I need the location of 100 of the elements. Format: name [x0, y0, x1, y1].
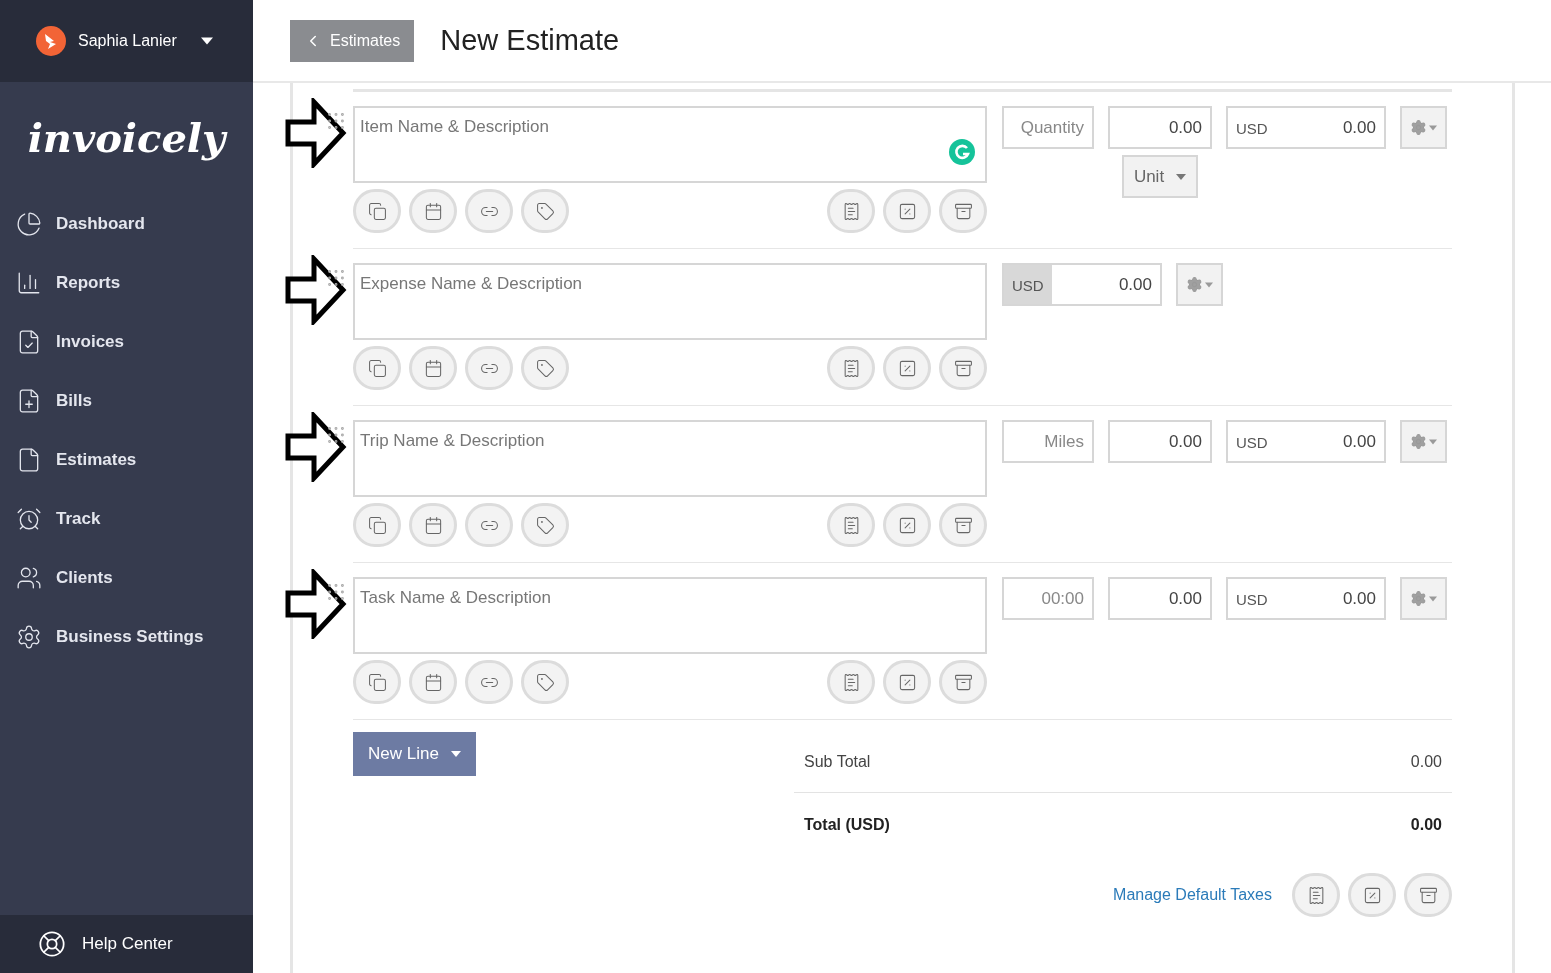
caret-icon	[200, 37, 213, 45]
arrow-icon	[285, 569, 347, 639]
link-button[interactable]	[465, 346, 513, 390]
unit-dropdown[interactable]: Unit	[1122, 155, 1198, 198]
amount-field[interactable]: USD 0.00	[1226, 420, 1386, 463]
tag-button[interactable]	[521, 189, 569, 233]
receipt-button[interactable]	[1292, 873, 1340, 917]
tag-button[interactable]	[521, 346, 569, 390]
sidebar-item[interactable]: Estimates	[0, 430, 253, 489]
discount-button[interactable]	[883, 660, 931, 704]
copy-button[interactable]	[353, 346, 401, 390]
total-value: 0.00	[1410, 815, 1442, 835]
manage-default-taxes-link[interactable]: Manage Default Taxes	[1113, 883, 1272, 907]
total-label: Total (USD)	[804, 815, 890, 835]
drag-handle-icon[interactable]	[325, 110, 347, 132]
copy-button[interactable]	[353, 660, 401, 704]
sidebar-item[interactable]: Track	[0, 489, 253, 548]
sidebar-item[interactable]: Bills	[0, 371, 253, 430]
receipt-button[interactable]	[827, 189, 875, 233]
tag-button[interactable]	[521, 503, 569, 547]
copy-button[interactable]	[353, 503, 401, 547]
archive-button[interactable]	[939, 660, 987, 704]
percent-icon	[897, 201, 917, 221]
amount-value: 0.00	[1342, 116, 1376, 139]
discount-button[interactable]	[883, 346, 931, 390]
caret-icon	[1429, 124, 1437, 131]
archive-icon	[953, 515, 973, 535]
sidebar-item[interactable]: Clients	[0, 548, 253, 607]
link-button[interactable]	[465, 189, 513, 233]
drag-handle-icon[interactable]	[325, 424, 347, 446]
sidebar-item[interactable]: Invoices	[0, 312, 253, 371]
archive-button[interactable]	[939, 189, 987, 233]
currency-label: USD	[1004, 265, 1052, 304]
settings-dropdown-button[interactable]	[1400, 106, 1447, 149]
rate-field[interactable]: 0.00	[1108, 420, 1212, 463]
discount-button[interactable]	[883, 503, 931, 547]
description-field[interactable]: Trip Name & Description	[353, 420, 987, 497]
logo: invoicely	[26, 113, 229, 163]
tag-button[interactable]	[521, 660, 569, 704]
receipt-button[interactable]	[827, 503, 875, 547]
rate-field[interactable]: 0.00	[1108, 106, 1212, 149]
archive-button[interactable]	[939, 503, 987, 547]
calendar-icon	[423, 358, 443, 378]
archive-icon	[953, 672, 973, 692]
amount-field[interactable]: USD 0.00	[1226, 106, 1386, 149]
help-center-link[interactable]: Help Center	[0, 915, 253, 973]
user-name[interactable]: Saphia Lanier	[78, 29, 177, 53]
gear-icon	[1410, 590, 1427, 607]
calendar-button[interactable]	[409, 346, 457, 390]
link-button[interactable]	[465, 660, 513, 704]
archive-button[interactable]	[939, 346, 987, 390]
calendar-button[interactable]	[409, 503, 457, 547]
calendar-button[interactable]	[409, 660, 457, 704]
avatar-icon	[36, 26, 66, 56]
sidebar-item[interactable]: Business Settings	[0, 607, 253, 666]
receipt-button[interactable]	[827, 346, 875, 390]
link-button[interactable]	[465, 503, 513, 547]
discount-button[interactable]	[1348, 873, 1396, 917]
pie-chart-icon	[16, 210, 42, 237]
receipt-button[interactable]	[827, 660, 875, 704]
new-line-button[interactable]: New Line	[353, 732, 476, 776]
amount-field[interactable]: USD 0.00	[1002, 263, 1162, 306]
discount-button[interactable]	[883, 189, 931, 233]
drag-handle-icon[interactable]	[325, 267, 347, 289]
gear-icon	[1410, 433, 1427, 450]
currency-label: USD	[1236, 590, 1268, 611]
archive-icon	[953, 358, 973, 378]
lifebuoy-icon	[38, 930, 66, 958]
currency-label: USD	[1236, 119, 1268, 140]
percent-icon	[897, 672, 917, 692]
subtotal-value: 0.00	[1410, 752, 1442, 772]
description-field[interactable]: Expense Name & Description	[353, 263, 987, 340]
settings-dropdown-button[interactable]	[1400, 577, 1447, 620]
description-field[interactable]: Task Name & Description	[353, 577, 987, 654]
calendar-button[interactable]	[409, 189, 457, 233]
quantity-field[interactable]: 00:00	[1002, 577, 1094, 620]
settings-dropdown-button[interactable]	[1400, 420, 1447, 463]
amount-field[interactable]: USD 0.00	[1226, 577, 1386, 620]
page-title: New Estimate	[440, 22, 620, 58]
percent-icon	[897, 358, 917, 378]
archive-icon	[953, 201, 973, 221]
archive-button[interactable]	[1404, 873, 1452, 917]
arrow-icon	[285, 412, 347, 482]
amount-value: 0.00	[1342, 587, 1376, 610]
settings-dropdown-button[interactable]	[1176, 263, 1223, 306]
sidebar-item[interactable]: Dashboard	[0, 194, 253, 253]
tag-icon	[535, 201, 555, 221]
description-field[interactable]: Item Name & Description	[353, 106, 987, 183]
quantity-field[interactable]: Miles	[1002, 420, 1094, 463]
amount-value: 0.00	[1342, 430, 1376, 453]
drag-handle-icon[interactable]	[325, 581, 347, 603]
sidebar-item[interactable]: Reports	[0, 253, 253, 312]
tag-icon	[535, 672, 555, 692]
rate-field[interactable]: 0.00	[1108, 577, 1212, 620]
quantity-field[interactable]: Quantity	[1002, 106, 1094, 149]
currency-label: USD	[1236, 433, 1268, 454]
amount-value: 0.00	[1117, 273, 1153, 296]
copy-button[interactable]	[353, 189, 401, 233]
gear-icon	[1410, 119, 1427, 136]
copy-icon	[367, 515, 387, 535]
